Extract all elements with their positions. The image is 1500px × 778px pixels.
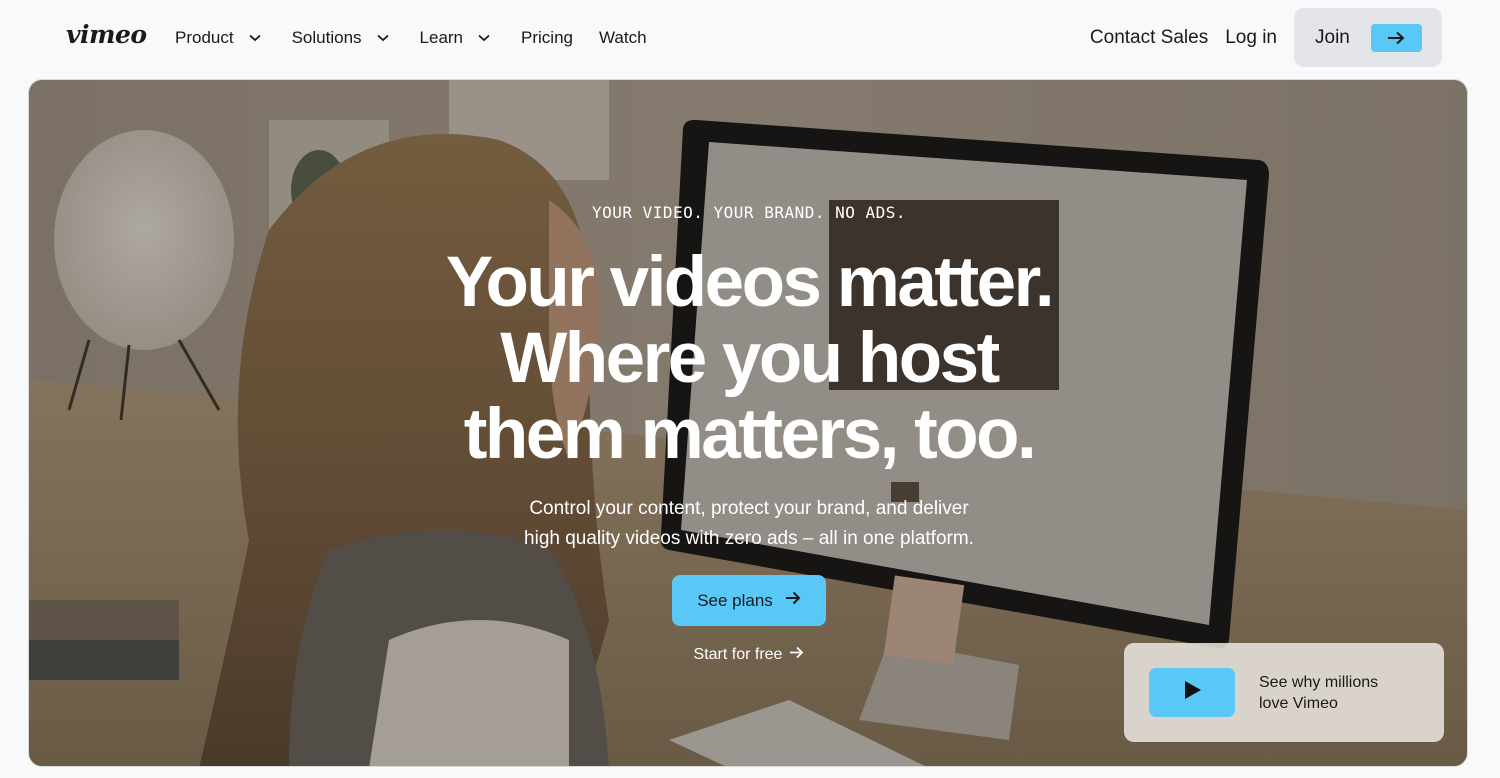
arrow-right-icon	[1370, 23, 1422, 52]
video-card-line: love Vimeo	[1259, 694, 1338, 712]
nav-item-label: Pricing	[521, 28, 573, 47]
play-button[interactable]	[1149, 668, 1235, 717]
play-icon	[1182, 680, 1202, 705]
hero-eyebrow: YOUR VIDEO. YOUR BRAND. NO ADS.	[591, 203, 907, 222]
nav-item-label: Solutions	[291, 28, 362, 47]
hero-subtitle: Control your content, protect your brand…	[29, 494, 1467, 554]
arrow-right-icon	[785, 591, 801, 610]
watch-video-card[interactable]: See why millions love Vimeo	[1124, 643, 1444, 742]
hero-headline: Your videos matter. Where you host them …	[29, 243, 1467, 474]
hero-headline-line: them matters, too.	[463, 395, 1037, 474]
video-card-line: See why millions	[1259, 673, 1379, 691]
login-link[interactable]: Log in	[1225, 27, 1277, 49]
join-label: Join	[1315, 26, 1350, 48]
hero-section: YOUR VIDEO. YOUR BRAND. NO ADS. Your vid…	[28, 79, 1468, 767]
nav-item-pricing[interactable]: Pricing	[521, 28, 573, 48]
see-plans-label: See plans	[697, 590, 773, 610]
top-nav: vimeo Product Solutions Learn Pricing Wa…	[0, 0, 1500, 76]
join-button[interactable]: Join	[1294, 8, 1442, 67]
nav-item-product[interactable]: Product	[175, 28, 262, 48]
nav-item-learn[interactable]: Learn	[420, 28, 491, 48]
hero-headline-line: Where you host	[500, 319, 1000, 398]
start-for-free-label: Start for free	[693, 646, 783, 663]
hero-subtitle-line: high quality videos with zero ads – all …	[524, 528, 974, 549]
nav-item-label: Watch	[598, 28, 647, 47]
chevron-down-icon	[376, 31, 390, 45]
chevron-down-icon	[248, 31, 262, 45]
see-plans-button[interactable]: See plans	[672, 575, 826, 626]
nav-item-label: Learn	[419, 28, 464, 47]
nav-item-label: Product	[175, 28, 234, 47]
vimeo-logo[interactable]: vimeo	[66, 20, 147, 49]
nav-item-watch[interactable]: Watch	[599, 28, 647, 48]
nav-right: Contact Sales Log in Join	[1090, 8, 1442, 67]
contact-sales-link[interactable]: Contact Sales	[1090, 27, 1208, 49]
hero-subtitle-line: Control your content, protect your brand…	[529, 498, 969, 519]
hero-headline-line: Your videos matter.	[445, 243, 1055, 322]
nav-item-solutions[interactable]: Solutions	[292, 28, 390, 48]
nav-links: Product Solutions Learn Pricing Watch	[175, 26, 647, 50]
chevron-down-icon	[477, 31, 491, 45]
arrow-right-icon	[789, 646, 804, 664]
video-card-text: See why millions love Vimeo	[1259, 672, 1409, 714]
